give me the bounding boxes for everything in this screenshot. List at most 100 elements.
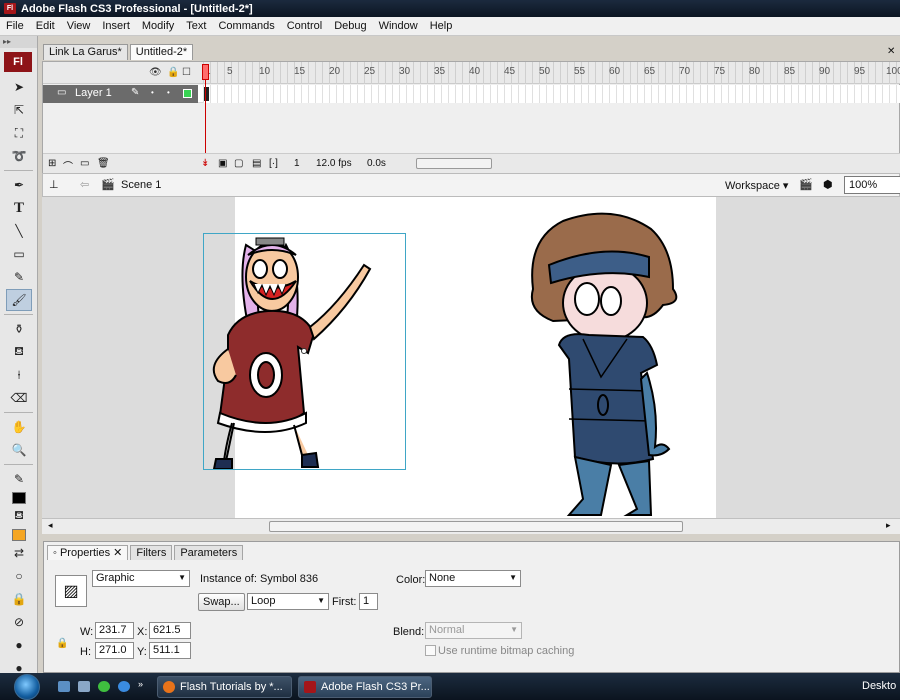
timeline-scroll-thumb[interactable] bbox=[416, 158, 492, 169]
workspace-label[interactable]: Workspace bbox=[725, 180, 780, 192]
panel-grip-icon[interactable]: ▸▸ bbox=[0, 36, 37, 48]
start-button[interactable] bbox=[14, 674, 40, 700]
text-icon[interactable]: T bbox=[6, 197, 32, 219]
stroke-color-swatch[interactable] bbox=[12, 492, 26, 504]
menu-debug[interactable]: Debug bbox=[328, 20, 372, 32]
blend-mode-dropdown[interactable]: Normal ▼ bbox=[425, 622, 522, 639]
menu-window[interactable]: Window bbox=[373, 20, 424, 32]
frame-cells[interactable] bbox=[203, 85, 900, 103]
color-effect-dropdown[interactable]: None ▼ bbox=[425, 570, 521, 587]
doc-tab-link-la-garus[interactable]: Link La Garus* bbox=[43, 44, 128, 60]
edit-scene-icon[interactable]: 🎬 bbox=[799, 178, 813, 191]
onion-outline-icon[interactable]: ▢ bbox=[234, 158, 243, 169]
close-icon[interactable]: ✕ bbox=[113, 547, 122, 559]
frame-ruler[interactable]: 1 5 10 15 20 25 30 35 40 45 50 55 60 65 … bbox=[203, 62, 900, 84]
pasteboard[interactable] bbox=[42, 197, 900, 518]
messenger-icon[interactable] bbox=[98, 681, 110, 692]
add-folder-icon[interactable]: ▭ bbox=[80, 158, 89, 169]
rectangle-icon[interactable]: ▭ bbox=[6, 243, 32, 265]
add-layer-icon[interactable]: ⊞ bbox=[48, 158, 56, 169]
tab-filters[interactable]: Filters bbox=[130, 545, 173, 560]
layer-name-cell[interactable]: ▭ Layer 1 ✎ • • bbox=[43, 85, 198, 103]
taskbar-item-firefox[interactable]: Flash Tutorials by *... bbox=[157, 676, 292, 698]
stage-scroll-thumb[interactable] bbox=[269, 521, 683, 532]
snap-icon[interactable]: 🔒 bbox=[6, 588, 32, 610]
symbol-type-dropdown[interactable]: Graphic ▼ bbox=[92, 570, 190, 587]
pencil-icon[interactable]: ✎ bbox=[6, 266, 32, 288]
scroll-right-icon[interactable]: ▸ bbox=[886, 520, 891, 531]
edit-symbols-icon[interactable]: ⬢ bbox=[823, 178, 833, 191]
delete-layer-icon[interactable]: 🗑 bbox=[97, 158, 110, 169]
hand-icon[interactable]: ✋ bbox=[6, 416, 32, 438]
lasso-icon[interactable]: ➰ bbox=[6, 145, 32, 167]
brush-icon[interactable]: 🖌 bbox=[6, 289, 32, 311]
menu-edit[interactable]: Edit bbox=[30, 20, 61, 32]
x-input[interactable]: 621.5 bbox=[149, 622, 191, 639]
doc-close-icon[interactable]: ✕ bbox=[887, 46, 895, 57]
bitmap-caching-checkbox[interactable] bbox=[425, 645, 436, 656]
brush-mode-icon[interactable]: ⊘ bbox=[6, 611, 32, 633]
tab-properties[interactable]: ◦ Properties ✕ bbox=[47, 545, 129, 560]
menu-control[interactable]: Control bbox=[281, 20, 328, 32]
internet-explorer-icon[interactable] bbox=[118, 681, 130, 692]
zoom-field[interactable]: 100% bbox=[844, 176, 900, 194]
workspace-menu[interactable]: Workspace ▾ bbox=[725, 179, 788, 192]
selection-bounding-box[interactable] bbox=[203, 233, 406, 470]
layer-name[interactable]: Layer 1 bbox=[75, 87, 112, 99]
show-desktop-icon[interactable] bbox=[58, 681, 70, 692]
show-hide-eye-icon[interactable]: 👁 bbox=[149, 67, 162, 78]
menu-text[interactable]: Text bbox=[180, 20, 212, 32]
timeline-toggle-icon[interactable]: ⊥ bbox=[49, 178, 59, 191]
desktop-toolbar-label[interactable]: Deskto bbox=[862, 680, 896, 692]
menu-insert[interactable]: Insert bbox=[96, 20, 136, 32]
layer-color-swatch[interactable] bbox=[183, 89, 192, 98]
fill-color-swatch[interactable] bbox=[12, 529, 26, 541]
scroll-left-icon[interactable]: ◂ bbox=[48, 520, 53, 531]
free-transform-icon[interactable]: ⛶ bbox=[6, 122, 32, 144]
registration-point-icon[interactable] bbox=[301, 348, 307, 354]
tab-parameters[interactable]: Parameters bbox=[174, 545, 244, 560]
width-input[interactable]: 231.7 bbox=[95, 622, 134, 639]
first-frame-input[interactable]: 1 bbox=[359, 593, 378, 610]
loop-mode-dropdown[interactable]: Loop ▼ bbox=[247, 593, 329, 610]
menu-help[interactable]: Help bbox=[424, 20, 459, 32]
lock-icon[interactable]: 🔒 bbox=[167, 67, 179, 78]
line-icon[interactable]: ╲ bbox=[6, 220, 32, 242]
eyedropper-icon[interactable]: ⍿ bbox=[6, 364, 32, 386]
switch-windows-icon[interactable] bbox=[78, 681, 90, 692]
pen-icon[interactable]: ✒ bbox=[6, 174, 32, 196]
selection-icon[interactable]: ➤ bbox=[6, 76, 32, 98]
outline-square-icon[interactable]: ☐ bbox=[182, 67, 191, 78]
paint-bucket-icon[interactable]: ⛾ bbox=[6, 341, 32, 363]
taskbar-item-flash[interactable]: Adobe Flash CS3 Pr... bbox=[298, 676, 432, 698]
tab-properties-label[interactable]: Properties bbox=[60, 547, 110, 559]
stage-horizontal-scrollbar[interactable]: ◂ ▸ bbox=[42, 518, 900, 534]
visibility-dot-icon[interactable]: • bbox=[151, 88, 154, 97]
doc-tab-untitled-2[interactable]: Untitled-2* bbox=[129, 44, 194, 60]
swap-button[interactable]: Swap... bbox=[198, 593, 245, 611]
add-guide-icon[interactable]: ⌒ bbox=[63, 158, 73, 173]
ninja-character-drawing[interactable] bbox=[523, 209, 703, 519]
object-drawing-icon[interactable]: ○ bbox=[6, 565, 32, 587]
menu-commands[interactable]: Commands bbox=[212, 20, 280, 32]
onion-markers-icon[interactable]: [·] bbox=[269, 158, 278, 169]
brush-size-icon[interactable]: ● bbox=[6, 634, 32, 656]
eraser-icon[interactable]: ⌫ bbox=[6, 387, 32, 409]
lock-dot-icon[interactable]: • bbox=[167, 88, 170, 97]
menu-file[interactable]: File bbox=[0, 20, 30, 32]
height-input[interactable]: 271.0 bbox=[95, 642, 134, 659]
edit-multiple-frames-icon[interactable]: ▤ bbox=[252, 158, 261, 169]
menu-modify[interactable]: Modify bbox=[136, 20, 180, 32]
menu-view[interactable]: View bbox=[61, 20, 97, 32]
center-frame-icon[interactable]: ↡ bbox=[201, 158, 209, 169]
quick-launch-expand-icon[interactable]: » bbox=[138, 679, 143, 689]
zoom-icon[interactable]: 🔍 bbox=[6, 439, 32, 461]
swap-colors-icon[interactable]: ⇄ bbox=[6, 542, 32, 564]
frame-rate[interactable]: 12.0 fps bbox=[316, 158, 352, 169]
ink-bottle-icon[interactable]: ⚱ bbox=[6, 318, 32, 340]
lock-aspect-icon[interactable]: 🔒 bbox=[56, 638, 68, 649]
back-arrow-icon[interactable]: ⇦ bbox=[80, 178, 89, 191]
onion-skin-icon[interactable]: ▣ bbox=[218, 158, 227, 169]
y-input[interactable]: 511.1 bbox=[149, 642, 191, 659]
playhead-handle[interactable] bbox=[202, 64, 209, 80]
